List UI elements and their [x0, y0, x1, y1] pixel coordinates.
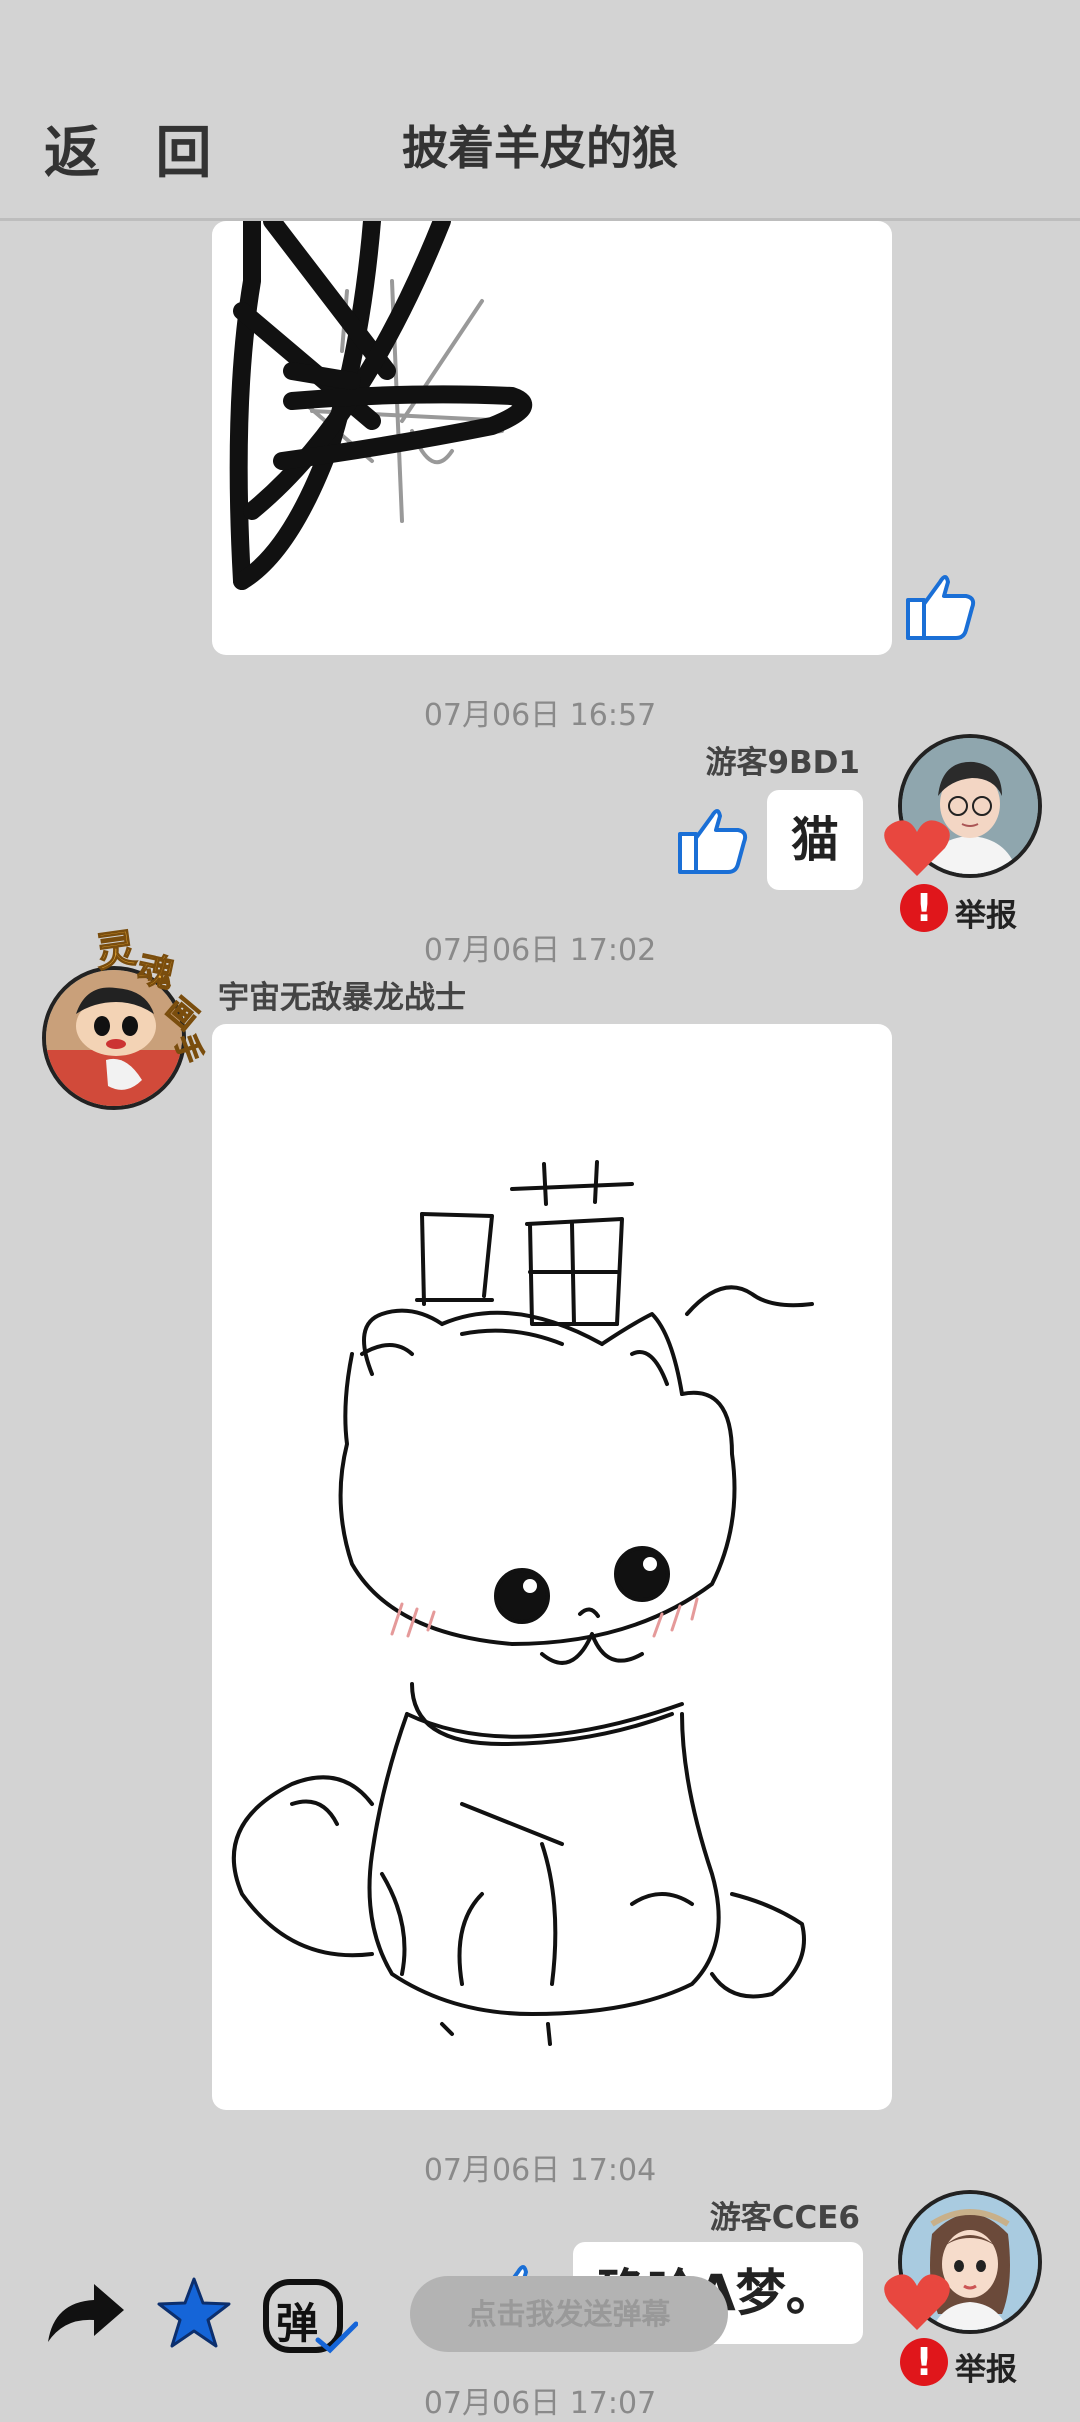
heart-icon[interactable]: [883, 2272, 951, 2332]
top-nav-bar: 返 回 披着羊皮的狼: [0, 0, 1080, 221]
svg-text:灵: 灵: [93, 925, 139, 976]
drawing-card[interactable]: [212, 221, 892, 655]
username[interactable]: 游客9BD1: [640, 737, 860, 782]
message-bubble[interactable]: 猫: [767, 790, 863, 890]
danmaku-icon-text: 弹: [276, 2299, 319, 2348]
send-danmaku-input[interactable]: 点击我发送弹幕: [410, 2276, 728, 2352]
like-thumb-icon[interactable]: [900, 560, 984, 644]
page-title: 披着羊皮的狼: [402, 121, 678, 175]
message-timestamp: 07月06日 17:04: [423, 2153, 657, 2188]
drawing-scribble: [229, 221, 533, 590]
message-timestamp: 07月06日 16:57: [423, 698, 657, 733]
soul-painter-badge: 灵 魂 画 手: [93, 925, 210, 1068]
heart-icon[interactable]: [883, 818, 951, 878]
cat-drawing: [231, 1160, 814, 2046]
svg-text:手: 手: [168, 1030, 209, 1068]
drawing-card[interactable]: [212, 1024, 892, 2110]
username[interactable]: 宇宙无敌暴龙战士: [218, 972, 466, 1017]
star-icon[interactable]: [156, 2276, 232, 2350]
svg-text:魂: 魂: [134, 949, 178, 997]
like-thumb-icon[interactable]: [672, 794, 756, 878]
danmaku-icon[interactable]: 弹: [262, 2278, 359, 2354]
message-timestamp: 07月06日 17:07: [423, 2386, 657, 2421]
username[interactable]: 游客CCE6: [640, 2192, 860, 2237]
share-icon[interactable]: [44, 2280, 126, 2346]
